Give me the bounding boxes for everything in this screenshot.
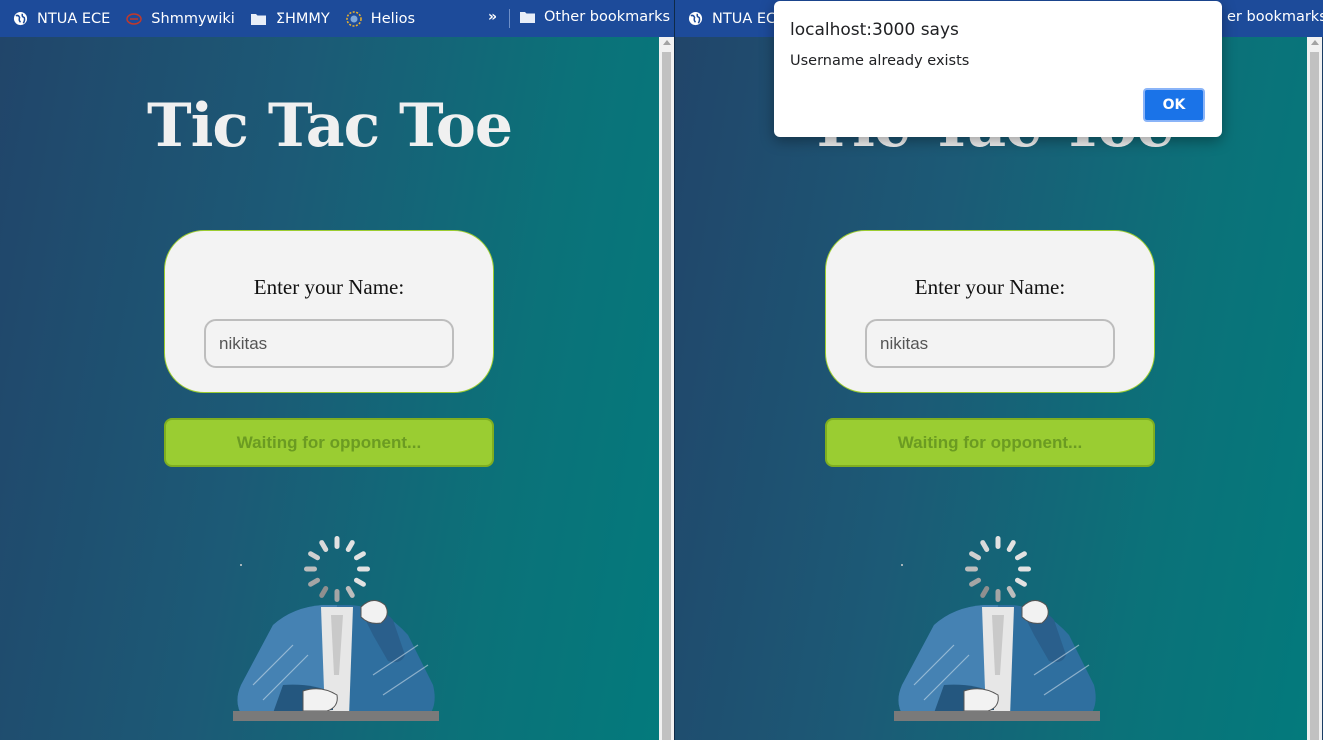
scroll-thumb[interactable] [1310,52,1319,740]
bookmark-other[interactable]: er bookmarks [1227,9,1323,25]
scroll-up-arrow-icon[interactable] [663,40,671,45]
bookmark-ntua-ece[interactable]: NTUA ECE [12,11,110,27]
bookmark-helios[interactable]: Helios [346,11,415,27]
bookmark-label: er bookmarks [1227,9,1323,25]
game-page: Tic Tac Toe Enter your Name: Waiting for… [0,37,659,740]
globe-icon [687,11,703,27]
dialog-title: localhost:3000 says [790,20,959,40]
waiting-man-illustration [232,535,440,721]
page-title: Tic Tac Toe [146,91,513,161]
bookmarks-bar: NTUA ECE Shmmywiki ΣΗΜΜΥ Helios » Other … [0,0,674,37]
scroll-up-arrow-icon[interactable] [1311,40,1319,45]
waiting-button[interactable]: Waiting for opponent... [164,418,494,467]
bookmark-shmmywiki[interactable]: Shmmywiki [126,11,235,27]
folder-icon [251,11,267,27]
vertical-scrollbar[interactable] [659,37,674,740]
name-input[interactable] [204,319,454,368]
shmmywiki-icon [126,11,143,27]
bookmarks-separator [509,9,510,28]
alert-dialog: localhost:3000 says Username already exi… [774,1,1222,137]
bookmark-label: ΣΗΜΜΥ [275,10,330,27]
vertical-scrollbar[interactable] [1307,37,1322,740]
bookmark-label: NTUA ECE [37,10,111,27]
bookmark-shmmy[interactable]: ΣΗΜΜΥ [251,11,330,27]
dialog-message: Username already exists [790,53,970,69]
name-label: Enter your Name: [914,275,1066,299]
bookmark-label: Other bookmarks [544,9,671,25]
name-card: Enter your Name: [164,230,494,393]
name-input[interactable] [865,319,1115,368]
waiting-button[interactable]: Waiting for opponent... [825,418,1155,467]
bookmark-label: Shmmywiki [151,10,235,27]
bookmark-other[interactable]: Other bookmarks [520,9,670,25]
bookmark-ntua-ece[interactable]: NTUA ECE [687,11,785,27]
game-page: Tic Tac Toe Enter your Name: Waiting for… [675,37,1307,740]
bookmark-label: Helios [370,10,416,27]
name-card: Enter your Name: [825,230,1155,393]
browser-window-left: NTUA ECE Shmmywiki ΣΗΜΜΥ Helios » Other … [0,0,674,740]
scroll-thumb[interactable] [662,52,671,740]
folder-icon [520,11,535,23]
helios-icon [346,10,362,27]
globe-icon [12,11,28,27]
ok-button[interactable]: OK [1143,88,1205,122]
bookmarks-overflow-button[interactable]: » [488,9,497,25]
waiting-man-illustration [893,535,1101,721]
name-label: Enter your Name: [253,275,405,299]
